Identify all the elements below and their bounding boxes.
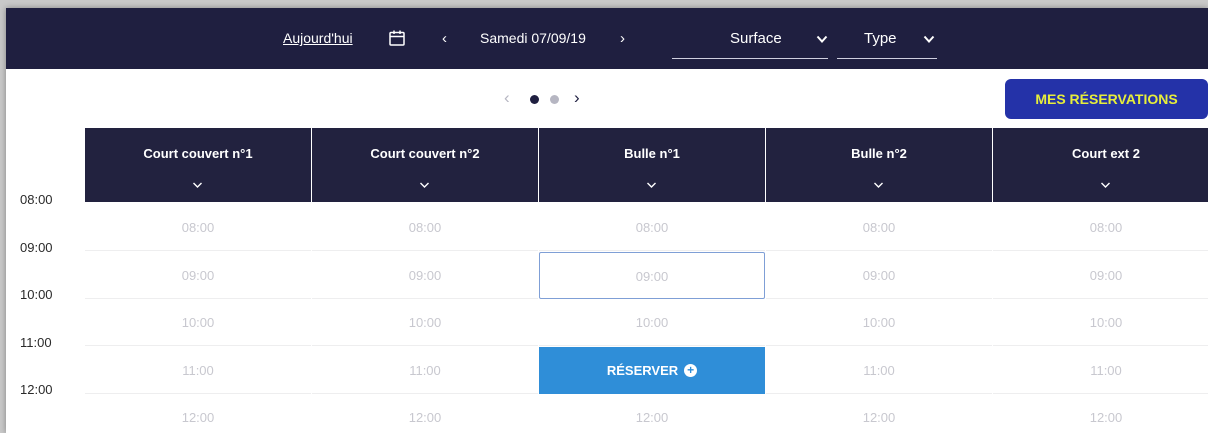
surface-filter[interactable]: Surface — [672, 26, 828, 59]
time-slot[interactable]: 08:00 — [312, 204, 538, 251]
pager-next-button[interactable]: › — [574, 88, 580, 108]
time-slot[interactable]: 10:00 — [85, 299, 311, 346]
time-slot[interactable]: 11:00 — [993, 347, 1208, 394]
court-name: Bulle n°1 — [624, 146, 680, 161]
top-bar: Aujourd'hui ‹ Samedi 07/09/19 › Surface … — [6, 8, 1208, 69]
time-slot[interactable]: 10:00 — [539, 299, 765, 346]
chevron-down-icon — [923, 35, 935, 43]
reserve-label: RÉSERVER — [606, 362, 679, 378]
court-name: Bulle n°2 — [851, 146, 907, 161]
chevron-down-icon — [193, 182, 202, 188]
surface-filter-label: Surface — [730, 30, 782, 47]
court-header[interactable]: Court ext 2 — [993, 128, 1208, 202]
time-slot[interactable]: 11:00 — [312, 347, 538, 394]
time-slot[interactable]: 12:00 — [85, 394, 311, 433]
pager-prev-button[interactable]: ‹ — [504, 88, 510, 108]
time-axis-label: 08:00 — [20, 192, 53, 207]
time-slot-selected[interactable]: 09:00 — [539, 251, 765, 299]
time-slot[interactable]: 09:00 — [85, 252, 311, 299]
time-slot[interactable]: 09:00 — [993, 252, 1208, 299]
time-slot[interactable]: 12:00 — [766, 394, 992, 433]
time-slot[interactable]: 08:00 — [85, 204, 311, 251]
chevron-down-icon — [420, 182, 429, 188]
time-slot[interactable]: 12:00 — [993, 394, 1208, 433]
court-name: Court ext 2 — [1072, 146, 1140, 161]
court-header[interactable]: Bulle n°1 — [539, 128, 765, 202]
time-slot[interactable]: 08:00 — [766, 204, 992, 251]
reserve-button[interactable]: RÉSERVER + — [539, 346, 765, 394]
time-slot[interactable]: 09:00 — [766, 252, 992, 299]
chevron-down-icon — [647, 182, 656, 188]
plus-circle-icon: + — [684, 363, 698, 377]
time-axis-label: 10:00 — [20, 287, 53, 302]
court-name: Court couvert n°1 — [143, 146, 253, 161]
time-slot[interactable]: 08:00 — [539, 204, 765, 251]
time-axis-label: 09:00 — [20, 239, 53, 255]
time-slot[interactable]: 10:00 — [766, 299, 992, 346]
time-slot[interactable]: 09:00 — [312, 252, 538, 299]
time-slot[interactable]: 11:00 — [85, 347, 311, 394]
time-slot[interactable]: 10:00 — [312, 299, 538, 346]
court-name: Court couvert n°2 — [370, 146, 480, 161]
time-axis-label: 12:00 — [20, 382, 53, 397]
court-header[interactable]: Bulle n°2 — [766, 128, 992, 202]
next-day-button[interactable]: › — [620, 30, 625, 47]
pager-dot-active[interactable] — [530, 95, 539, 104]
calendar-icon[interactable] — [388, 29, 406, 47]
time-slot[interactable]: 11:00 — [766, 347, 992, 394]
pager-dot[interactable] — [550, 95, 559, 104]
court-header[interactable]: Court couvert n°1 — [85, 128, 311, 202]
chevron-down-icon — [874, 182, 883, 188]
time-slot[interactable]: 12:00 — [312, 394, 538, 433]
prev-day-button[interactable]: ‹ — [442, 30, 447, 47]
chevron-down-icon — [1101, 182, 1110, 188]
type-filter[interactable]: Type — [837, 26, 937, 59]
chevron-down-icon — [816, 35, 828, 43]
time-slot[interactable]: 12:00 — [539, 394, 765, 433]
today-link[interactable]: Aujourd'hui — [283, 30, 353, 46]
type-filter-label: Type — [864, 30, 897, 47]
time-slot[interactable]: 08:00 — [993, 204, 1208, 251]
my-reservations-button[interactable]: MES RÉSERVATIONS — [1005, 79, 1208, 119]
time-slot[interactable]: 10:00 — [993, 299, 1208, 346]
time-axis-label: 11:00 — [20, 334, 52, 350]
booking-frame: Aujourd'hui ‹ Samedi 07/09/19 › Surface … — [6, 8, 1208, 433]
court-header[interactable]: Court couvert n°2 — [312, 128, 538, 202]
current-date: Samedi 07/09/19 — [480, 30, 586, 46]
